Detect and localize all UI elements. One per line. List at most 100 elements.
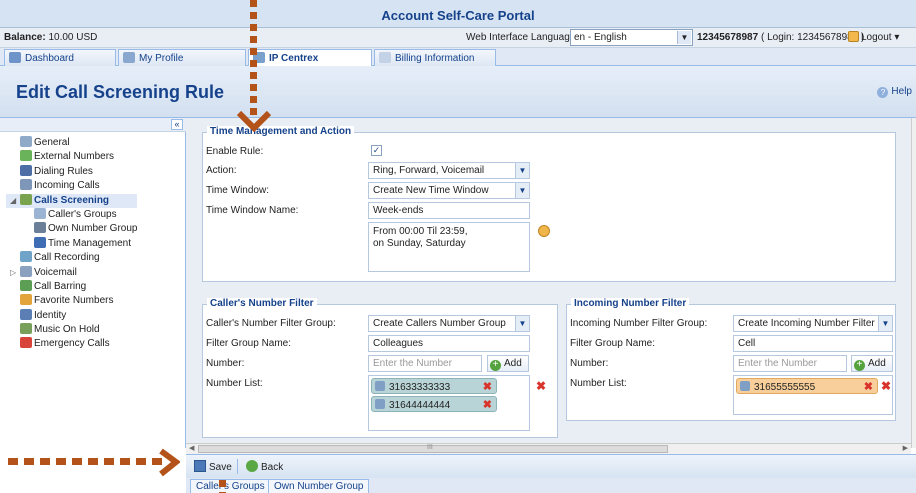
chevron-down-icon: ▼: [515, 183, 529, 198]
callers-group-select[interactable]: Create Callers Number Group ▼: [368, 315, 530, 332]
music-on-hold-icon: [20, 323, 32, 335]
time-period-textarea[interactable]: From 00:00 Til 23:59, on Sunday, Saturda…: [368, 222, 530, 272]
sidebar-item-incoming-calls[interactable]: Incoming Calls: [6, 179, 137, 193]
sidebar-item-own-number-group[interactable]: Own Number Group: [6, 222, 137, 236]
annotation-arrowhead-down: [236, 110, 272, 132]
callers-number-input[interactable]: Enter the Number: [368, 355, 482, 372]
sidebar-item-external-numbers[interactable]: External Numbers: [6, 150, 137, 164]
enable-rule-checkbox[interactable]: ✓: [371, 145, 382, 156]
time-window-select[interactable]: Create New Time Window ▼: [368, 182, 530, 199]
bottom-toolbar: Save Back: [186, 454, 916, 478]
sidebar-item-label: Voicemail: [34, 266, 77, 278]
callers-group-name-input[interactable]: Colleagues: [368, 335, 530, 352]
delete-list-icon[interactable]: ✖: [536, 379, 546, 393]
sidebar-item-label: General: [34, 137, 70, 148]
tab-ip-centrex[interactable]: IP Centrex: [248, 49, 372, 67]
sidebar-item-label: Call Barring: [34, 280, 87, 292]
sidebar-item-label: Call Recording: [34, 252, 100, 264]
plus-icon: +: [490, 360, 501, 371]
sidebar-item-calls-screening[interactable]: ◢ Calls Screening: [6, 193, 138, 208]
action-select[interactable]: Ring, Forward, Voicemail ▼: [368, 162, 530, 179]
phone-icon: [740, 381, 750, 391]
chevron-down-icon: ▼: [515, 163, 529, 178]
scroll-right-icon[interactable]: ▶: [903, 444, 908, 452]
external-numbers-icon: [20, 150, 32, 162]
sidebar-item-time-management[interactable]: Time Management: [6, 236, 137, 251]
back-icon: [246, 460, 258, 472]
page-header: Edit Call Screening Rule ? Help: [0, 66, 916, 118]
incoming-number-label: Number:: [570, 358, 609, 369]
incoming-number-input[interactable]: Enter the Number: [733, 355, 847, 372]
tab-label: My Profile: [139, 53, 184, 64]
sidebar-item-label: Caller's Groups: [48, 208, 117, 220]
delete-list-icon[interactable]: ✖: [881, 379, 891, 393]
remove-icon[interactable]: ✖: [864, 380, 873, 393]
title-bar: Account Self-Care Portal: [0, 0, 916, 28]
main-nav: Dashboard My Profile IP Centrex Billing …: [0, 48, 916, 67]
annotation-dotted-line-horizontal: [8, 458, 168, 465]
tab-billing-information[interactable]: Billing Information: [374, 49, 496, 66]
clock-icon[interactable]: [538, 225, 550, 237]
logout-button[interactable]: Logout ▾: [848, 31, 899, 43]
number-chip: 31655555555 ✖: [736, 378, 878, 394]
incoming-number-list: 31655555555 ✖ ✖: [733, 375, 893, 415]
number-value: 31644444444: [389, 400, 451, 411]
sidebar-item-callers-groups[interactable]: Caller's Groups: [6, 207, 137, 222]
tab-dashboard[interactable]: Dashboard: [4, 49, 116, 66]
chevron-down-icon: ▼: [878, 316, 892, 331]
sidebar: « General External Numbers Dialing Rules…: [0, 118, 186, 448]
back-label: Back: [261, 462, 284, 473]
sidebar-item-general[interactable]: General: [6, 136, 137, 150]
callers-group-name-label: Filter Group Name:: [206, 338, 292, 349]
own-number-group-icon: [34, 222, 46, 234]
subtab-callers-groups[interactable]: Caller's Groups: [190, 479, 271, 493]
back-button[interactable]: Back: [246, 460, 283, 473]
sidebar-item-emergency-calls[interactable]: Emergency Calls: [6, 337, 137, 351]
sidebar-item-dialing-rules[interactable]: Dialing Rules: [6, 164, 137, 179]
incoming-group-select[interactable]: Create Incoming Number Filter Gr ▼: [733, 315, 893, 332]
remove-icon[interactable]: ✖: [483, 380, 492, 393]
window-title: Account Self-Care Portal: [381, 8, 535, 23]
scroll-thumb[interactable]: III: [198, 444, 668, 453]
incoming-group-name-input[interactable]: Cell: [733, 335, 893, 352]
sidebar-item-identity[interactable]: Identity: [6, 308, 137, 323]
remove-icon[interactable]: ✖: [483, 398, 492, 411]
scroll-left-icon[interactable]: ◀: [189, 444, 194, 452]
tab-my-profile[interactable]: My Profile: [118, 49, 246, 66]
expanded-arrow-icon[interactable]: ◢: [10, 194, 16, 208]
incoming-group-label: Incoming Number Filter Group:: [570, 318, 708, 329]
sidebar-item-call-recording[interactable]: Call Recording: [6, 251, 137, 265]
sidebar-item-label: Music On Hold: [34, 324, 100, 336]
sidebar-item-label: Own Number Group: [48, 223, 138, 235]
help-link[interactable]: ? Help: [877, 86, 912, 98]
sidebar-item-label: Identity: [34, 309, 67, 321]
time-window-value: Create New Time Window: [373, 185, 489, 196]
dashboard-icon: [9, 52, 21, 63]
sidebar-item-call-barring[interactable]: Call Barring: [6, 279, 137, 294]
number-value: 31633333333: [389, 382, 451, 393]
callers-number-filter-panel: Caller's Number Filter Caller's Number F…: [202, 298, 558, 438]
collapsed-arrow-icon[interactable]: ▷: [10, 266, 16, 280]
save-button[interactable]: Save: [194, 460, 232, 473]
time-management-panel: Time Management and Action Enable Rule: …: [202, 126, 896, 282]
annotation-dotted-line-vertical: [250, 0, 257, 118]
balance-label: Balance:: [4, 32, 46, 43]
subtab-own-number-group[interactable]: Own Number Group: [268, 479, 370, 493]
favorite-numbers-icon: [20, 294, 32, 306]
vertical-scrollbar[interactable]: [911, 118, 916, 448]
language-select[interactable]: en - English ▼: [570, 29, 693, 46]
calls-screening-icon: [20, 193, 32, 205]
sidebar-item-voicemail[interactable]: ▷ Voicemail: [6, 265, 137, 280]
time-window-name-input[interactable]: Week-ends: [368, 202, 530, 219]
toolbar-separator: [237, 459, 238, 474]
callers-add-button[interactable]: + Add: [487, 355, 529, 372]
time-management-icon: [34, 236, 46, 248]
incoming-add-button[interactable]: + Add: [851, 355, 893, 372]
callers-number-list: 31633333333 ✖ 31644444444 ✖: [368, 375, 530, 431]
phone-icon: [375, 381, 385, 391]
sidebar-item-music-on-hold[interactable]: Music On Hold: [6, 323, 137, 337]
time-window-label: Time Window:: [206, 185, 269, 196]
collapse-button[interactable]: «: [171, 119, 183, 130]
horizontal-scrollbar[interactable]: ◀ III ▶: [186, 443, 911, 454]
sidebar-item-favorite-numbers[interactable]: Favorite Numbers: [6, 294, 137, 308]
